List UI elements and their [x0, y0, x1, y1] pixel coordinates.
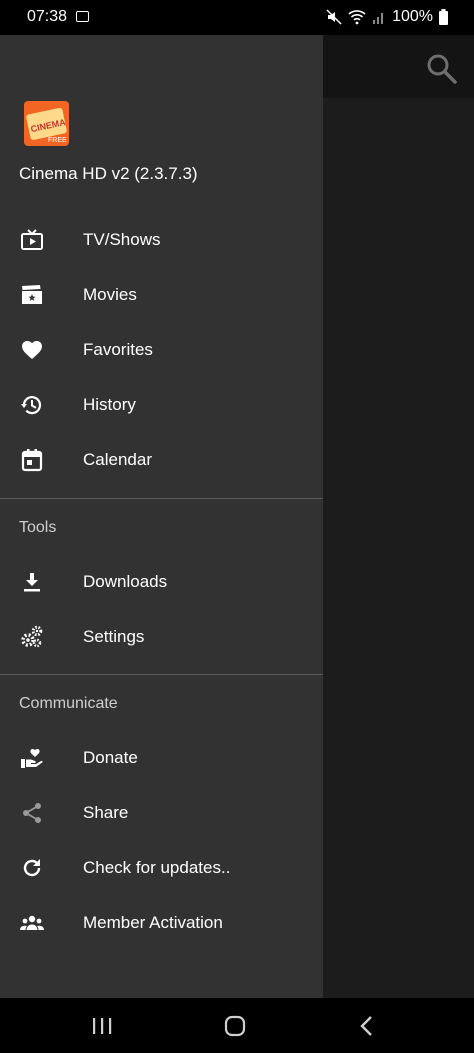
- donate-icon: [21, 749, 43, 768]
- battery-percent: 100%: [392, 8, 433, 25]
- tv-icon: [21, 229, 43, 250]
- menu-item-settings[interactable]: Settings: [0, 612, 323, 662]
- menu-item-label: Share: [83, 803, 129, 822]
- heart-icon: [22, 341, 42, 359]
- menu-item-member-activation[interactable]: Member Activation: [0, 898, 323, 948]
- home-icon[interactable]: [217, 1008, 253, 1044]
- menu-item-movies[interactable]: Movies: [0, 270, 323, 320]
- image-notification-icon: [76, 11, 89, 22]
- back-icon[interactable]: [350, 1008, 386, 1044]
- menu-item-label: Donate: [83, 748, 138, 767]
- share-icon: [23, 803, 41, 823]
- menu-item-label: Movies: [83, 285, 137, 304]
- search-icon[interactable]: [423, 50, 459, 86]
- group-icon: [20, 915, 44, 930]
- svg-text:FREE: FREE: [48, 137, 67, 144]
- app-title: Cinema HD v2 (2.3.7.3): [19, 164, 198, 183]
- calendar-icon: [21, 449, 43, 472]
- menu-item-downloads[interactable]: Downloads: [0, 557, 323, 607]
- app-logo: CINEMA FREE: [24, 101, 69, 146]
- history-icon: [21, 396, 42, 415]
- menu-item-favorites[interactable]: Favorites: [0, 325, 323, 375]
- status-right: 100%: [326, 8, 448, 26]
- menu-item-label: History: [83, 395, 136, 414]
- menu-item-label: Calendar: [83, 450, 152, 469]
- mute-icon: [326, 9, 342, 25]
- settings-icon: [21, 625, 43, 648]
- system-nav-bar: [0, 998, 474, 1053]
- menu-item-check-updates[interactable]: Check for updates..: [0, 843, 323, 893]
- navigation-drawer: CINEMA FREE Cinema HD v2 (2.3.7.3) TV/Sh…: [0, 35, 323, 998]
- menu-item-share[interactable]: Share: [0, 788, 323, 838]
- section-header-communicate: Communicate: [19, 695, 118, 712]
- movie-icon: [22, 285, 42, 304]
- menu-item-label: Check for updates..: [83, 858, 231, 877]
- menu-item-label: TV/Shows: [83, 230, 161, 249]
- recent-apps-icon[interactable]: [84, 1008, 120, 1044]
- status-time: 07:38: [27, 8, 68, 25]
- divider: [0, 498, 323, 499]
- menu-item-history[interactable]: History: [0, 380, 323, 430]
- menu-item-calendar[interactable]: Calendar: [0, 435, 323, 485]
- refresh-icon: [23, 859, 41, 877]
- signal-icon: [373, 13, 384, 24]
- section-header-tools: Tools: [19, 519, 57, 536]
- status-bar: 07:38 100%: [0, 0, 474, 35]
- download-icon: [24, 573, 40, 592]
- menu-item-label: Member Activation: [83, 913, 223, 932]
- wifi-icon: [348, 10, 366, 25]
- divider: [0, 674, 323, 675]
- menu-item-tv-shows[interactable]: TV/Shows: [0, 215, 323, 265]
- battery-icon: [439, 9, 448, 25]
- menu-item-label: Favorites: [83, 340, 153, 359]
- menu-item-donate[interactable]: Donate: [0, 733, 323, 783]
- menu-item-label: Settings: [83, 627, 145, 646]
- menu-item-label: Downloads: [83, 572, 168, 591]
